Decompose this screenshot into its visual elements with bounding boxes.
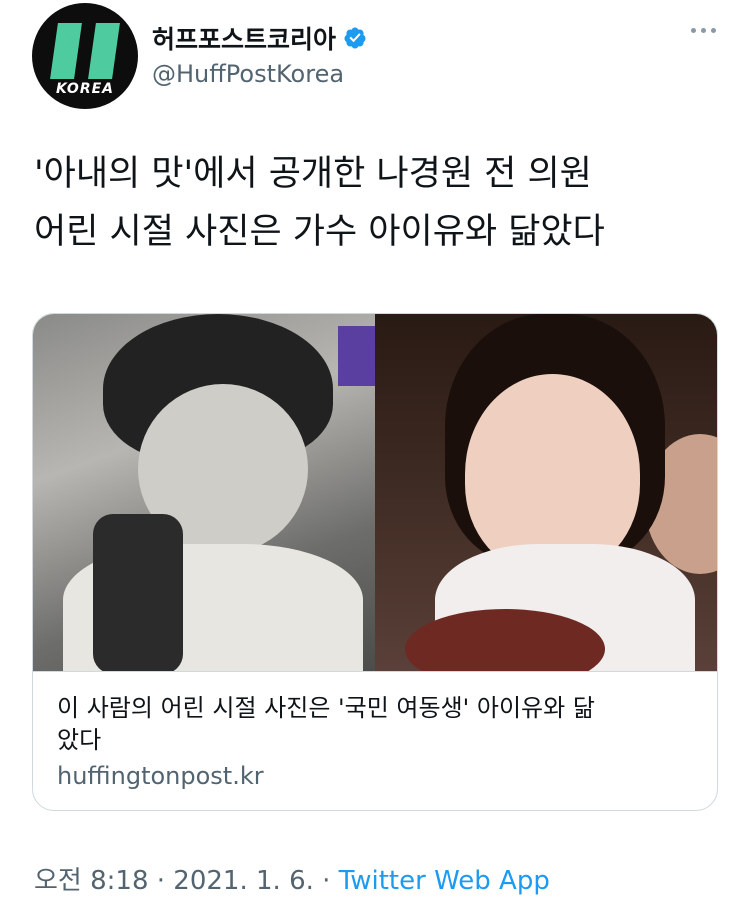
card-title-line: 이 사람의 어린 시절 사진은 '국민 여동생' 아이유와 닮 — [57, 694, 595, 722]
card-domain: huffingtonpost.kr — [57, 762, 264, 790]
logo-bar-left — [50, 23, 82, 79]
tweet-time[interactable]: 오전 8:18 — [34, 866, 149, 896]
dot — [701, 28, 706, 33]
author-name-row[interactable]: 허프포스트코리아 — [152, 20, 367, 56]
tweet-text: '아내의 맛'에서 공개한 나경원 전 의원 어린 시절 사진은 가수 아이유와… — [34, 145, 724, 261]
card-title-line: 았다 — [57, 726, 102, 754]
dot — [711, 28, 716, 33]
avatar[interactable]: KOREA — [32, 3, 138, 109]
card-photo-right — [375, 314, 717, 671]
handle[interactable]: @HuffPostKorea — [152, 60, 344, 88]
logo-bar-right — [88, 23, 120, 79]
meta-separator: · — [148, 866, 174, 896]
photo-shape — [93, 514, 183, 671]
more-options-icon[interactable] — [691, 28, 716, 33]
tweet-text-line: '아내의 맛'에서 공개한 나경원 전 의원 — [34, 154, 592, 194]
dot — [691, 28, 696, 33]
card-body[interactable]: 이 사람의 어린 시절 사진은 '국민 여동생' 아이유와 닮 았다 huffi… — [33, 671, 717, 810]
tweet-source-app[interactable]: Twitter Web App — [339, 866, 550, 896]
meta-separator: · — [313, 866, 339, 896]
display-name[interactable]: 허프포스트코리아 — [152, 20, 336, 56]
tweet-date[interactable]: 2021. 1. 6. — [173, 866, 314, 896]
tweet-meta: 오전 8:18 · 2021. 1. 6. · Twitter Web App — [34, 860, 550, 897]
verified-badge-icon — [344, 27, 366, 49]
card-image-collage[interactable] — [33, 314, 717, 671]
link-card[interactable]: 이 사람의 어린 시절 사진은 '국민 여동생' 아이유와 닮 았다 huffi… — [32, 313, 718, 811]
tweet-text-line: 어린 시절 사진은 가수 아이유와 닮았다 — [34, 212, 605, 252]
photo-shape — [338, 326, 375, 386]
card-title: 이 사람의 어린 시절 사진은 '국민 여동생' 아이유와 닮 았다 — [57, 692, 695, 756]
card-photo-left — [33, 314, 375, 671]
avatar-label: KOREA — [55, 81, 115, 97]
